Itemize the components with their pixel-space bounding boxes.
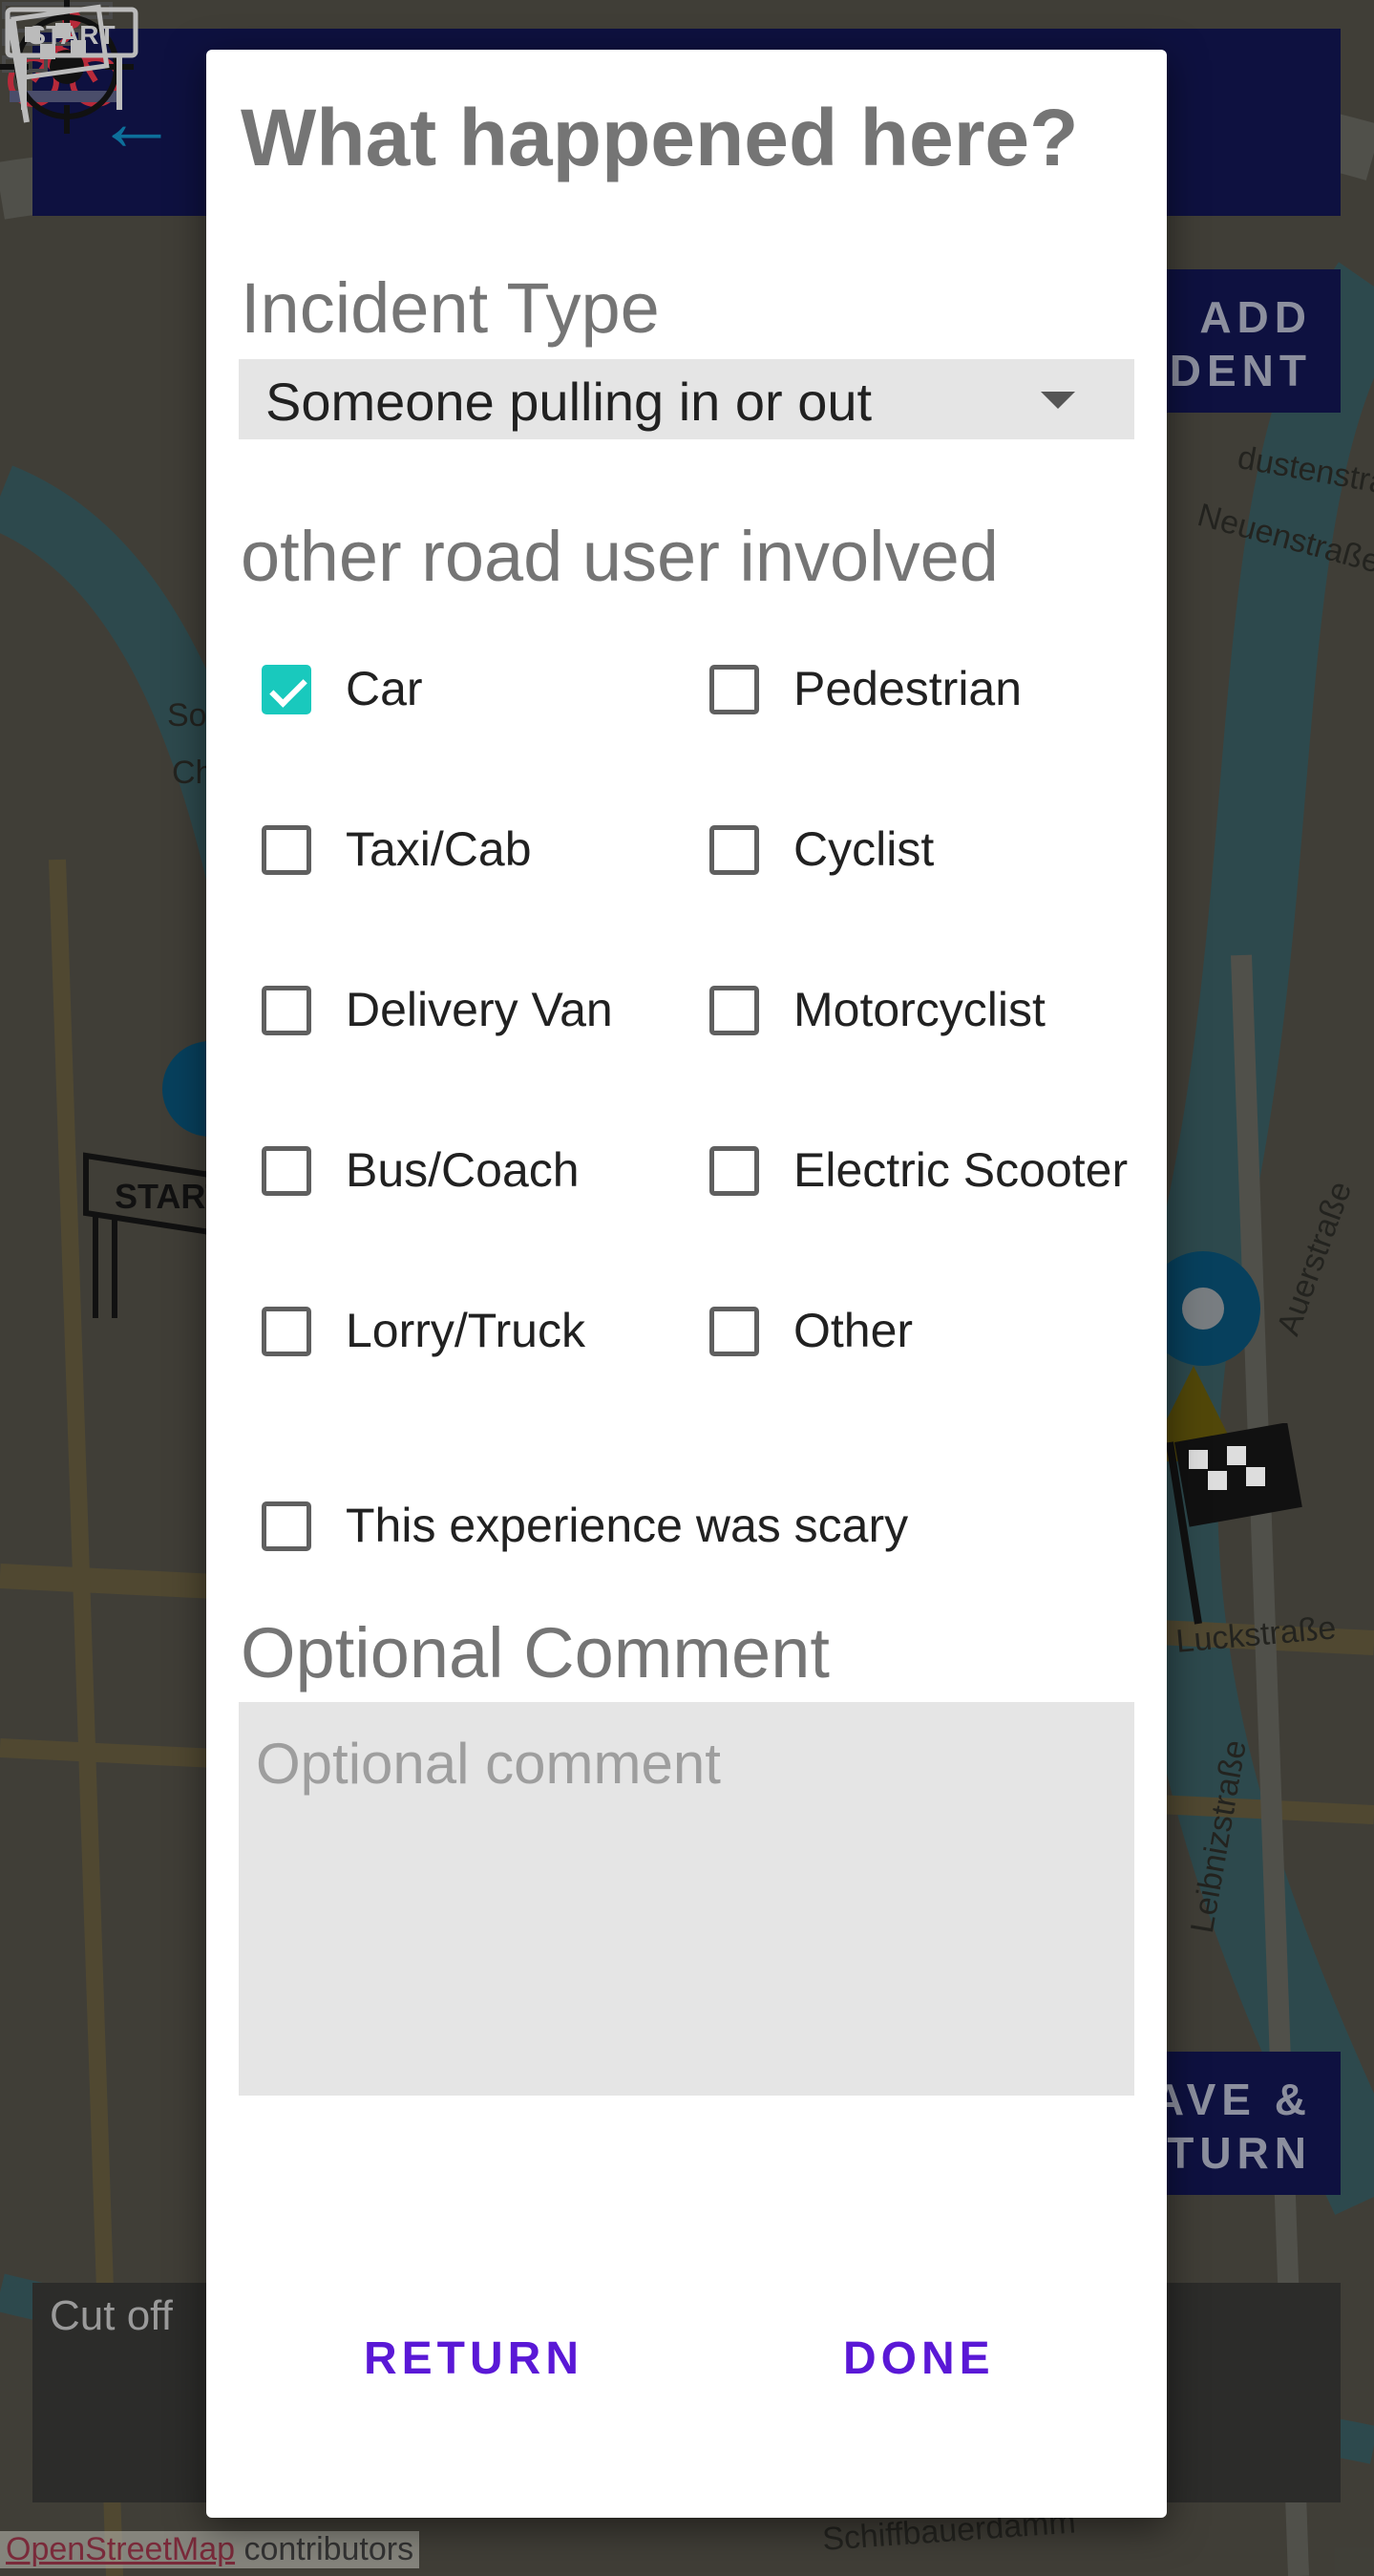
comment-placeholder: Optional comment (256, 1732, 721, 1796)
checkbox-box[interactable] (709, 825, 759, 875)
checkbox-box[interactable] (262, 1501, 311, 1551)
incident-type-label: Incident Type (241, 268, 660, 348)
start-sign-text: START (115, 1177, 210, 1216)
incident-type-dropdown[interactable]: Someone pulling in or out (239, 359, 1134, 439)
dialog-title: What happened here? (241, 93, 1079, 182)
checkbox-label: Cyclist (793, 822, 935, 876)
checkbox-label: Other (793, 1304, 914, 1357)
comment-label: Optional Comment (241, 1613, 830, 1692)
checkbox-box[interactable] (262, 665, 311, 714)
incident-type-value: Someone pulling in or out (265, 372, 873, 432)
checkbox-label: Motorcyclist (793, 983, 1046, 1036)
osm-link[interactable]: OpenStreetMap (6, 2531, 235, 2567)
checkbox-label: Bus/Coach (346, 1143, 580, 1197)
dropdown-caret-icon (1041, 392, 1075, 409)
incident-dialog: What happened here? Incident Type Someon… (206, 50, 1167, 2518)
cutoff-label: Cut off (50, 2292, 173, 2339)
osm-suffix: contributors (235, 2531, 414, 2567)
road-user-label: other road user involved (241, 517, 999, 596)
checkbox-box[interactable] (262, 825, 311, 875)
start-sign-icon: START (83, 1152, 210, 1318)
checkbox-label: Electric Scooter (793, 1143, 1129, 1197)
checkbox-label: This experience was scary (346, 1499, 909, 1552)
checkbox-label: Taxi/Cab (346, 822, 532, 876)
checkbox-label: Car (346, 662, 423, 715)
done-button[interactable]: DONE (843, 2332, 995, 2385)
return-button[interactable]: RETURN (364, 2332, 583, 2385)
checkbox-box[interactable] (709, 986, 759, 1035)
checkbox-box[interactable] (262, 986, 311, 1035)
checkbox-box[interactable] (262, 1146, 311, 1196)
comment-input[interactable]: Optional comment (239, 1702, 1134, 2096)
checkbox-box[interactable] (262, 1307, 311, 1356)
finish-flag-icon (1166, 1423, 1302, 1625)
checkbox-label: Lorry/Truck (346, 1304, 585, 1357)
checkbox-box[interactable] (709, 1146, 759, 1196)
finish-marker-button[interactable] (0, 0, 115, 124)
checkbox-label: Pedestrian (793, 662, 1023, 715)
osm-attribution: OpenStreetMap contributors (0, 2531, 420, 2568)
checkbox-label: Delivery Van (346, 983, 613, 1036)
checkbox-box[interactable] (709, 665, 759, 714)
checkbox-box[interactable] (709, 1307, 759, 1356)
add-incident-line-1: ADD (1199, 292, 1312, 342)
